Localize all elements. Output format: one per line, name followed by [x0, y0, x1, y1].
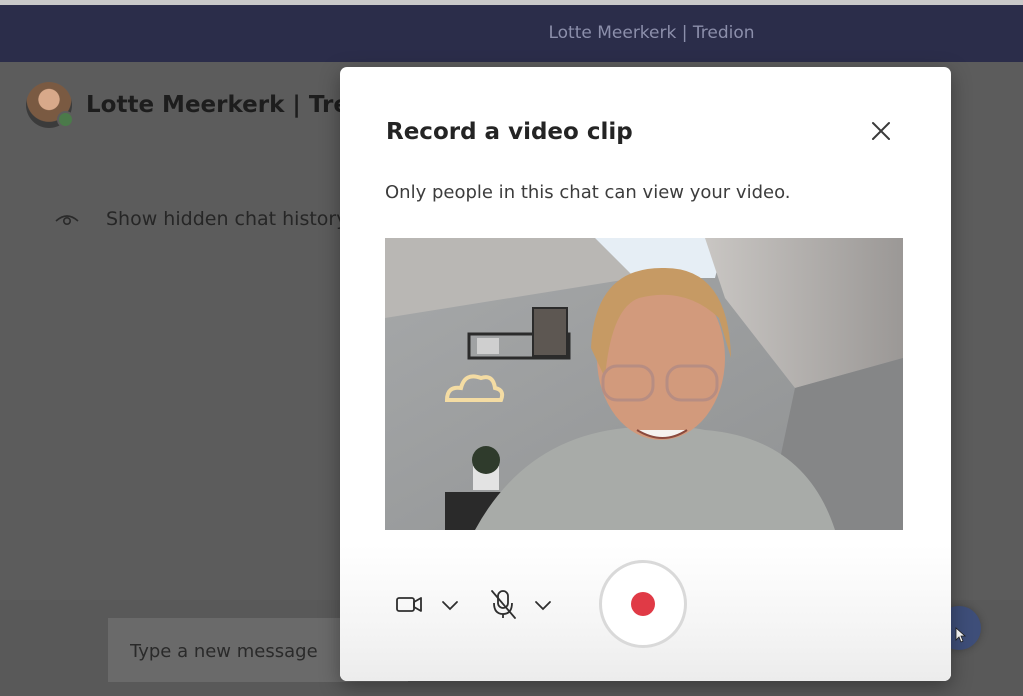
window-title: Lotte Meerkerk | Tredion: [548, 23, 755, 43]
presence-status-icon: [57, 111, 74, 128]
title-bar: Lotte Meerkerk | Tredion: [0, 0, 1023, 62]
eye-icon: [55, 215, 79, 226]
camera-icon[interactable]: [394, 589, 424, 619]
mic-off-icon[interactable]: [488, 587, 518, 621]
mouse-cursor-icon: [955, 627, 967, 643]
dialog-subtitle: Only people in this chat can view your v…: [385, 182, 791, 203]
hidden-history-label: Show hidden chat history: [106, 208, 348, 230]
camera-options-chevron-icon[interactable]: [438, 593, 462, 617]
avatar[interactable]: [26, 82, 74, 128]
camera-preview: [385, 238, 903, 530]
record-icon: [631, 592, 655, 616]
record-video-dialog: Record a video clip Only people in this …: [340, 67, 951, 681]
dialog-title: Record a video clip: [386, 119, 633, 145]
mic-options-chevron-icon[interactable]: [531, 593, 555, 617]
record-button[interactable]: [599, 560, 687, 648]
show-hidden-history-link[interactable]: Show hidden chat history: [54, 208, 348, 230]
close-icon[interactable]: [867, 117, 895, 145]
